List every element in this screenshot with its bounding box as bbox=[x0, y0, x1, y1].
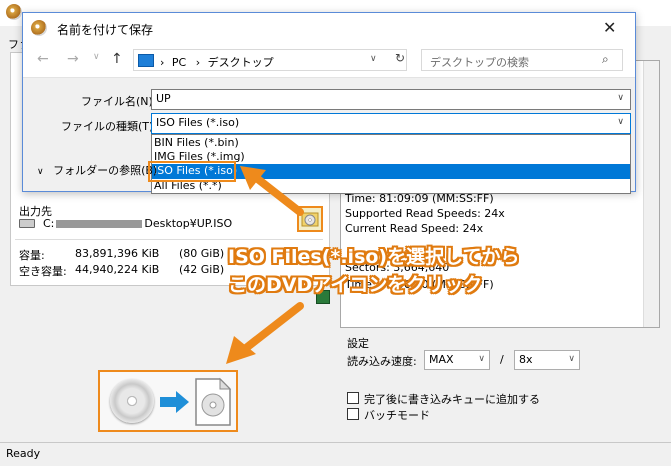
disc-icon bbox=[110, 379, 154, 423]
dialog-title-bar: 名前を付けて保存 ✕ bbox=[23, 13, 635, 43]
status-text: Ready bbox=[6, 447, 41, 460]
info-current-speed: Current Read Speed: 24x bbox=[345, 222, 484, 235]
capacity-total: 容量: 83,891,396 KiB (80 GiB) bbox=[19, 247, 225, 262]
filename-input[interactable]: UP ∨ bbox=[151, 89, 631, 110]
arrow-to-illustration-icon bbox=[226, 302, 304, 364]
chevron-down-icon: ∨ bbox=[568, 354, 575, 364]
file-icon bbox=[195, 377, 232, 426]
filetype-select[interactable]: ISO Files (*.iso) ∨ bbox=[151, 113, 631, 134]
breadcrumb-desktop[interactable]: デスクトップ bbox=[208, 56, 274, 69]
refresh-icon[interactable]: ↻ bbox=[395, 51, 405, 65]
chevron-down-icon[interactable]: ∨ bbox=[617, 93, 624, 103]
chevron-down-icon[interactable]: ∨ bbox=[93, 52, 100, 62]
queue-option-label: 完了後に書き込みキューに追加する bbox=[364, 393, 540, 406]
queue-checkbox[interactable] bbox=[347, 392, 359, 404]
breadcrumb: › PC › デスクトップ bbox=[160, 56, 274, 69]
dialog-title: 名前を付けて保存 bbox=[57, 23, 154, 37]
path-redacted bbox=[56, 220, 143, 228]
divider bbox=[15, 239, 323, 240]
arrow-up-icon[interactable]: ↑ bbox=[111, 51, 123, 67]
batch-option-label: バッチモード bbox=[364, 409, 430, 422]
arrow-right-icon bbox=[160, 391, 189, 413]
chevron-down-icon: ∨ bbox=[478, 354, 485, 364]
status-bar: Ready bbox=[0, 442, 671, 466]
capacity-free: 空き容量: 44,940,224 KiB (42 GiB) bbox=[19, 263, 225, 278]
read-speed-label: 読み込み速度: bbox=[347, 355, 417, 368]
settings-label: 設定 bbox=[347, 337, 369, 350]
callout-line-2: このDVDアイコンをクリック bbox=[228, 274, 483, 296]
batch-checkbox[interactable] bbox=[347, 408, 359, 420]
chevron-down-icon[interactable]: ∨ bbox=[370, 54, 377, 64]
pc-icon bbox=[138, 54, 154, 67]
arrow-left-icon[interactable]: ← bbox=[37, 51, 49, 67]
browse-folders-toggle[interactable]: ∨ フォルダーの参照(B) bbox=[37, 162, 157, 178]
chevron-down-icon: ∨ bbox=[37, 167, 44, 177]
search-placeholder: デスクトップの検索 bbox=[430, 56, 529, 69]
dvd-icon-illustration bbox=[98, 370, 238, 432]
arrow-to-iso-icon bbox=[240, 166, 304, 216]
arrow-right-icon[interactable]: → bbox=[67, 51, 79, 67]
callout-line-1: ISO Files(*.iso)を選択してから bbox=[228, 246, 520, 268]
drive-icon bbox=[19, 219, 35, 228]
scrollbar[interactable] bbox=[643, 61, 659, 327]
search-icon[interactable]: ⌕ bbox=[602, 52, 609, 67]
search-input[interactable]: デスクトップの検索 ⌕ bbox=[421, 49, 623, 71]
read-speed-select[interactable]: MAX ∨ bbox=[424, 350, 490, 370]
iso-option-highlight bbox=[148, 161, 236, 182]
speed-separator: / bbox=[500, 353, 504, 366]
navigation-bar: ← → ∨ ↑ › PC › デスクトップ ∨ ↻ デスクトップの検索 ⌕ bbox=[23, 43, 635, 78]
address-bar[interactable]: › PC › デスクトップ ∨ bbox=[133, 49, 407, 71]
filename-label: ファイル名(N): bbox=[81, 95, 157, 108]
info-supported-speeds: Supported Read Speeds: 24x bbox=[345, 207, 505, 220]
close-icon[interactable]: ✕ bbox=[603, 18, 616, 37]
chevron-down-icon[interactable]: ∨ bbox=[617, 117, 624, 127]
breadcrumb-pc[interactable]: PC bbox=[172, 56, 186, 69]
filetype-label: ファイルの種類(T): bbox=[61, 120, 158, 133]
speed-select[interactable]: 8x ∨ bbox=[514, 350, 580, 370]
app-disc-icon bbox=[31, 20, 47, 36]
app-disc-icon bbox=[6, 4, 22, 20]
filetype-option-bin[interactable]: BIN Files (*.bin) bbox=[152, 136, 630, 151]
save-as-dialog: 名前を付けて保存 ✕ ← → ∨ ↑ › PC › デスクトップ ∨ ↻ デスク… bbox=[22, 12, 636, 194]
